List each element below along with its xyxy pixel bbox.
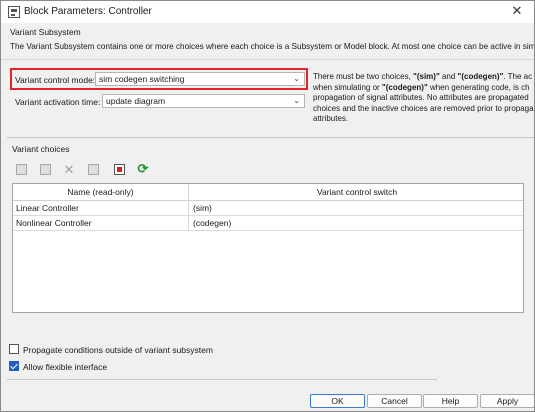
block-description: The Variant Subsystem contains one or mo… [10,42,535,51]
open-block-icon[interactable] [111,161,127,177]
add-model-icon[interactable] [37,161,53,177]
propagate-conditions-checkbox[interactable] [9,344,19,354]
activation-time-value: update diagram [106,96,166,106]
table-row[interactable]: Nonlinear Controller (codegen) [13,216,523,231]
window-title: Block Parameters: Controller [24,6,152,17]
control-mode-help: There must be two choices, "(sim)" and "… [313,72,534,123]
allow-flexible-interface-label: Allow flexible interface [23,362,108,372]
activation-time-label: Variant activation time: [15,97,101,107]
allow-flexible-interface-checkbox[interactable] [9,361,19,371]
divider [7,137,534,138]
column-header-name[interactable]: Name (read-only) [13,184,188,201]
block-parameters-dialog: Block Parameters: Controller ✕ Variant S… [0,0,535,412]
chevron-down-icon: ⌄ [293,96,300,105]
table-header: Name (read-only) Variant control switch [13,184,523,201]
dialog-icon [8,6,20,18]
choice-switch[interactable]: (codegen) [193,216,231,231]
help-button[interactable]: Help [423,394,478,408]
edit-icon[interactable] [85,161,101,177]
choice-name: Linear Controller [16,203,79,213]
column-header-switch[interactable]: Variant control switch [189,184,523,201]
control-mode-dropdown[interactable]: sim codegen switching ⌄ [95,72,305,86]
propagate-conditions-label: Propagate conditions outside of variant … [23,345,213,355]
control-mode-label: Variant control mode: [15,75,96,85]
add-subsystem-icon[interactable] [13,161,29,177]
apply-button[interactable]: Apply [480,394,534,408]
title-bar: Block Parameters: Controller ✕ [1,1,534,23]
activation-time-dropdown[interactable]: update diagram ⌄ [102,94,305,108]
ok-button[interactable]: OK [310,394,365,408]
divider [7,379,437,380]
variant-choices-label: Variant choices [12,144,70,154]
control-mode-value: sim codegen switching [99,74,185,84]
cancel-button[interactable]: Cancel [367,394,422,408]
choice-switch[interactable]: (sim) [193,201,212,216]
variant-choices-table: Name (read-only) Variant control switch … [12,183,524,313]
choice-name: Nonlinear Controller [16,218,92,228]
chevron-down-icon: ⌄ [293,74,300,83]
refresh-icon[interactable]: ⟳ [135,161,151,177]
section-title: Variant Subsystem [10,27,81,37]
divider [1,59,534,60]
table-row[interactable]: Linear Controller (sim) [13,201,523,216]
delete-icon[interactable]: ✕ [61,161,77,177]
close-icon[interactable]: ✕ [510,4,524,18]
